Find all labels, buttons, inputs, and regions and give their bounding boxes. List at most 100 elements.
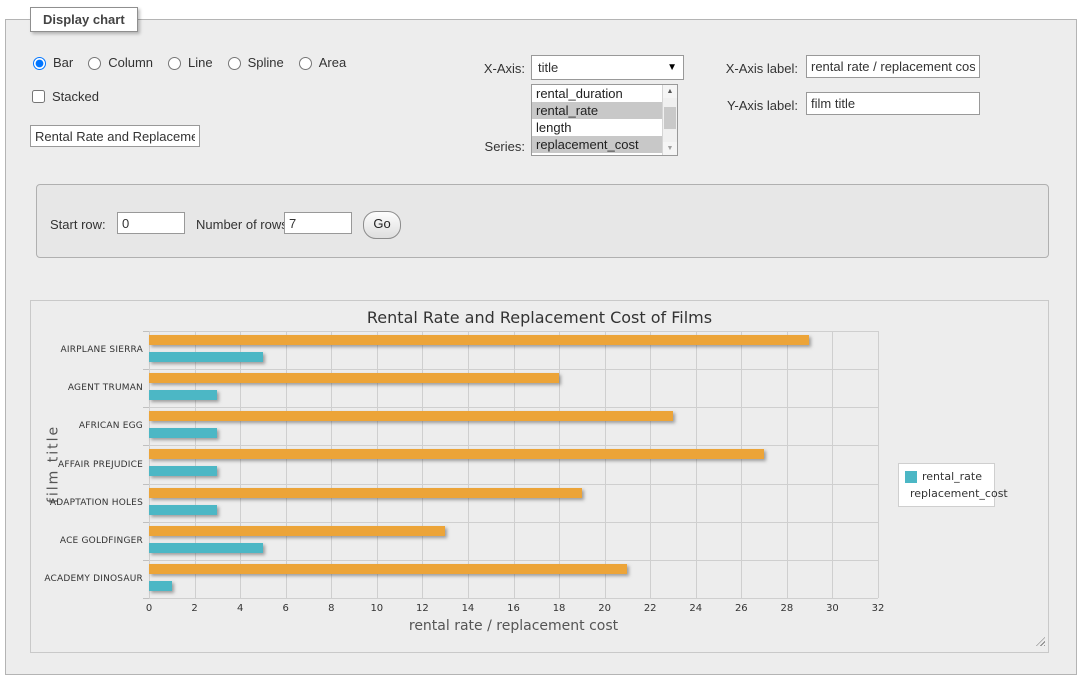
y-axis-tick (143, 407, 149, 408)
radio-spline[interactable] (228, 57, 241, 70)
bar-replacement_cost[interactable] (149, 411, 673, 421)
x-gridline (878, 331, 879, 598)
bar-rental_rate[interactable] (149, 428, 217, 438)
y-axis-label-input[interactable] (806, 92, 980, 115)
stacked-row: Stacked (28, 87, 99, 106)
legend-item-rental_rate[interactable]: rental_rate (899, 468, 994, 485)
go-button[interactable]: Go (363, 211, 401, 239)
y-axis-tick (143, 331, 149, 332)
bar-replacement_cost[interactable] (149, 488, 582, 498)
y-gridline (149, 445, 878, 446)
series-scrollbar[interactable]: ▲ ▼ (662, 85, 677, 155)
series-listbox[interactable]: rental_durationrental_ratelengthreplacem… (531, 84, 678, 156)
chart-container: Rental Rate and Replacement Cost of Film… (30, 300, 1049, 653)
bar-replacement_cost[interactable] (149, 526, 445, 536)
series-option-replacement_cost[interactable]: replacement_cost (532, 136, 662, 153)
x-gridline (331, 331, 332, 598)
num-rows-label: Number of rows: (196, 217, 291, 232)
bar-rental_rate[interactable] (149, 352, 263, 362)
start-row-input[interactable] (117, 212, 185, 234)
x-tick-label: 4 (225, 603, 255, 614)
x-tick-label: 32 (863, 603, 893, 614)
radio-line[interactable] (168, 57, 181, 70)
x-tick-label: 14 (453, 603, 483, 614)
bar-rental_rate[interactable] (149, 543, 263, 553)
scrollbar-thumb[interactable] (664, 107, 676, 129)
category-label: AFFAIR PREJUDICE (31, 460, 143, 470)
num-rows-input[interactable] (284, 212, 352, 234)
y-gridline (149, 598, 878, 599)
x-axis-label-label: X-Axis label: (710, 61, 798, 76)
chart-title-input[interactable] (30, 125, 200, 147)
legend-item-replacement_cost[interactable]: replacement_cost (899, 485, 994, 502)
series-option-rental_duration[interactable]: rental_duration (532, 85, 662, 102)
category-label: ACE GOLDFINGER (31, 536, 143, 546)
bar-rental_rate[interactable] (149, 505, 217, 515)
bar-replacement_cost[interactable] (149, 449, 764, 459)
x-tick-label: 20 (590, 603, 620, 614)
x-gridline (149, 331, 150, 598)
x-tick-label: 6 (271, 603, 301, 614)
stacked-label: Stacked (52, 89, 99, 104)
x-gridline (696, 331, 697, 598)
x-axis-select[interactable]: title ▼ (531, 55, 684, 80)
y-axis-label-label: Y-Axis label: (710, 98, 798, 113)
x-tick-label: 22 (635, 603, 665, 614)
chevron-down-icon: ▼ (667, 56, 677, 79)
y-gridline (149, 522, 878, 523)
x-gridline (559, 331, 560, 598)
y-axis-tick (143, 445, 149, 446)
x-tick-label: 2 (180, 603, 210, 614)
y-gridline (149, 331, 878, 332)
x-axis-selected-value: title (538, 60, 558, 75)
bar-replacement_cost[interactable] (149, 564, 627, 574)
radio-column-label: Column (108, 55, 153, 70)
x-tick-label: 30 (817, 603, 847, 614)
x-tick-label: 16 (499, 603, 529, 614)
x-tick-label: 26 (726, 603, 756, 614)
x-tick-label: 12 (407, 603, 437, 614)
x-tick-label: 18 (544, 603, 574, 614)
x-gridline (195, 331, 196, 598)
radio-bar[interactable] (33, 57, 46, 70)
y-axis-tick (143, 560, 149, 561)
bar-replacement_cost[interactable] (149, 335, 809, 345)
x-gridline (605, 331, 606, 598)
x-axis-label-input[interactable] (806, 55, 980, 78)
y-gridline (149, 560, 878, 561)
scroll-up-icon[interactable]: ▲ (663, 85, 677, 98)
bar-rental_rate[interactable] (149, 466, 217, 476)
x-tick-label: 0 (134, 603, 164, 614)
resize-handle-icon[interactable] (1036, 637, 1045, 646)
category-label: AGENT TRUMAN (31, 383, 143, 393)
scroll-down-icon[interactable]: ▼ (663, 142, 677, 155)
x-gridline (377, 331, 378, 598)
x-gridline (832, 331, 833, 598)
x-gridline (650, 331, 651, 598)
x-gridline (787, 331, 788, 598)
x-gridline (240, 331, 241, 598)
series-option-length[interactable]: length (532, 119, 662, 136)
radio-spline-label: Spline (248, 55, 284, 70)
y-axis-tick (143, 598, 149, 599)
series-option-rental_rate[interactable]: rental_rate (532, 102, 662, 119)
bar-rental_rate[interactable] (149, 581, 172, 591)
legend-swatch-icon (905, 471, 917, 483)
series-list-label: Series: (445, 139, 525, 154)
bar-rental_rate[interactable] (149, 390, 217, 400)
category-label: AFRICAN EGG (31, 421, 143, 431)
chart-legend: rental_ratereplacement_cost (898, 463, 995, 507)
radio-column[interactable] (88, 57, 101, 70)
x-gridline (422, 331, 423, 598)
bar-replacement_cost[interactable] (149, 373, 559, 383)
radio-area[interactable] (299, 57, 312, 70)
x-gridline (741, 331, 742, 598)
rows-panel (36, 184, 1049, 258)
x-gridline (468, 331, 469, 598)
y-gridline (149, 484, 878, 485)
series-options: rental_durationrental_ratelengthreplacem… (532, 85, 662, 155)
stacked-checkbox[interactable] (32, 90, 45, 103)
y-axis-tick (143, 484, 149, 485)
category-label: ADAPTATION HOLES (31, 498, 143, 508)
x-tick-label: 10 (362, 603, 392, 614)
